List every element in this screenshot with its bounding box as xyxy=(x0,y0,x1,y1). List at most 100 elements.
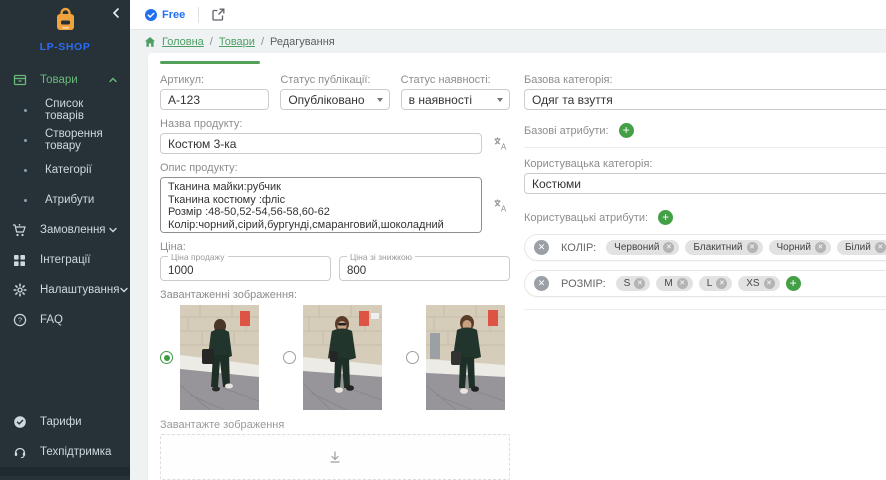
base-category-input[interactable] xyxy=(524,89,886,110)
image-list xyxy=(160,305,510,410)
availability-status-label: Статус наявності: xyxy=(401,74,510,86)
help-icon: ? xyxy=(12,313,27,328)
product-photo-front-view[interactable] xyxy=(303,305,382,410)
remove-chip-button[interactable]: ✕ xyxy=(764,278,775,289)
plan-badge-label: Free xyxy=(162,9,185,21)
open-storefront-button[interactable] xyxy=(212,8,225,21)
product-photo-front-view-2[interactable] xyxy=(426,305,505,410)
sidebar-item-settings[interactable]: Налаштування xyxy=(0,275,130,305)
sku-field-group: Артикул: xyxy=(160,74,269,110)
description-textarea[interactable]: Тканина майки:рубчик Тканина костюму :фл… xyxy=(160,177,482,233)
svg-text:A: A xyxy=(500,143,506,152)
sale-price-floating-label: Ціна продажу xyxy=(168,252,228,262)
sidebar-item-integrations[interactable]: Інтеграції xyxy=(0,245,130,275)
remove-chip-button[interactable]: ✕ xyxy=(815,242,826,253)
sidebar-item-products[interactable]: Товари xyxy=(0,65,130,95)
attribute-chip: Чорний✕ xyxy=(769,240,831,255)
add-chip-button[interactable]: + xyxy=(786,276,801,291)
breadcrumb-separator: / xyxy=(210,36,213,48)
sidebar-item-support[interactable]: Техпідтримка xyxy=(0,437,130,467)
chevron-down-icon xyxy=(497,98,503,102)
breadcrumb-link-products[interactable]: Товари xyxy=(219,36,255,48)
sidebar-item-orders[interactable]: Замовлення xyxy=(0,215,130,245)
translate-button[interactable]: A xyxy=(490,134,510,154)
custom-category-group: Користувацька категорія: Костюми xyxy=(524,158,886,194)
chip-list: S✕ M✕ L✕ XS✕ + xyxy=(616,276,886,291)
discount-price-input[interactable] xyxy=(340,265,509,280)
product-name-input[interactable] xyxy=(160,133,482,154)
sidebar-item-create-product[interactable]: Створення товару xyxy=(0,125,130,155)
availability-status-select[interactable]: в наявності xyxy=(401,89,510,110)
main-image-radio[interactable] xyxy=(283,351,296,364)
remove-attribute-row-button[interactable]: ✕ xyxy=(534,276,549,291)
image-upload-dropzone[interactable] xyxy=(160,434,510,480)
custom-category-select[interactable]: Костюми xyxy=(524,173,886,194)
attribute-chip: S✕ xyxy=(616,276,651,291)
sidebar-item-faq[interactable]: ? FAQ xyxy=(0,305,130,335)
custom-category-label: Користувацька категорія: xyxy=(524,158,886,170)
chevron-down-icon xyxy=(108,225,118,235)
discount-price-field: Ціна зі знижкою xyxy=(339,256,510,281)
home-icon[interactable] xyxy=(144,36,156,48)
uploaded-images-group: Завантаженні зображення: xyxy=(160,289,510,410)
headset-icon xyxy=(12,445,27,460)
plan-badge[interactable]: Free xyxy=(144,8,185,22)
base-category-label: Базова категорія: xyxy=(524,74,886,86)
custom-attributes-header: Користувацькі атрибути: + xyxy=(524,210,886,225)
logo-text: LP-SHOP xyxy=(0,41,130,53)
sidebar-item-tariffs[interactable]: Тарифи xyxy=(0,407,130,437)
chevron-down-icon xyxy=(119,285,129,295)
remove-chip-button[interactable]: ✕ xyxy=(875,242,886,253)
chip-label: L xyxy=(707,278,713,289)
main-image-radio[interactable] xyxy=(406,351,419,364)
widgets-icon xyxy=(12,253,27,268)
publication-status-select[interactable]: Опубліковано xyxy=(280,89,389,110)
shopping-bag-logo-icon xyxy=(52,7,79,34)
image-item xyxy=(406,305,505,410)
upload-group: Завантажте зображення xyxy=(160,419,510,480)
publication-status-value: Опубліковано xyxy=(280,89,389,110)
sku-input[interactable] xyxy=(160,89,269,110)
attribute-chip: L✕ xyxy=(699,276,733,291)
sidebar-collapse-button[interactable] xyxy=(110,6,122,24)
sidebar-item-label: Товари xyxy=(40,74,78,86)
attribute-chip: XS✕ xyxy=(738,276,779,291)
sidebar-item-product-list[interactable]: Список товарів xyxy=(0,95,130,125)
remove-chip-button[interactable]: ✕ xyxy=(716,278,727,289)
sidebar-nav: Товари Список товарів Створення товару К… xyxy=(0,65,130,407)
discount-price-floating-label: Ціна зі знижкою xyxy=(347,252,415,262)
remove-attribute-row-button[interactable]: ✕ xyxy=(534,240,549,255)
topbar: Free uk xyxy=(130,0,886,30)
remove-chip-button[interactable]: ✕ xyxy=(663,242,674,253)
upload-label: Завантажте зображення xyxy=(160,419,510,431)
main-image-radio[interactable] xyxy=(160,351,173,364)
sidebar-item-attributes[interactable]: Атрибути xyxy=(0,185,130,215)
product-photo-back-view[interactable] xyxy=(180,305,259,410)
base-attributes-label: Базові атрибути: xyxy=(524,125,609,137)
translate-icon: A xyxy=(493,198,508,213)
add-custom-attribute-button[interactable]: + xyxy=(658,210,673,225)
product-name-label: Назва продукту: xyxy=(160,118,510,130)
sidebar-item-label: Категорії xyxy=(45,164,92,176)
availability-status-group: Статус наявності: в наявності xyxy=(401,74,510,110)
sidebar-item-label: Тарифи xyxy=(40,416,82,428)
image-item xyxy=(283,305,382,410)
bullet-icon xyxy=(24,199,27,202)
publication-status-group: Статус публікації: Опубліковано xyxy=(280,74,389,110)
box-icon xyxy=(12,73,27,88)
sidebar-item-label: Замовлення xyxy=(40,224,106,236)
attribute-row-color: ✕ КОЛІР: Червоний✕ Блакитний✕ Чорний✕ Бі… xyxy=(524,234,886,261)
form-left-column: Артикул: Статус публікації: Опубліковано… xyxy=(160,74,510,480)
translate-button[interactable]: A xyxy=(490,195,510,215)
sidebar-item-categories[interactable]: Категорії xyxy=(0,155,130,185)
remove-chip-button[interactable]: ✕ xyxy=(747,242,758,253)
sale-price-input[interactable] xyxy=(161,265,330,280)
remove-chip-button[interactable]: ✕ xyxy=(677,278,688,289)
sidebar-bottom-band xyxy=(0,467,130,476)
cart-icon xyxy=(12,223,27,238)
remove-chip-button[interactable]: ✕ xyxy=(634,278,645,289)
bullet-icon xyxy=(24,169,27,172)
add-base-attribute-button[interactable]: + xyxy=(619,123,634,138)
breadcrumb-link-home[interactable]: Головна xyxy=(162,36,204,48)
uploaded-images-label: Завантаженні зображення: xyxy=(160,289,510,301)
